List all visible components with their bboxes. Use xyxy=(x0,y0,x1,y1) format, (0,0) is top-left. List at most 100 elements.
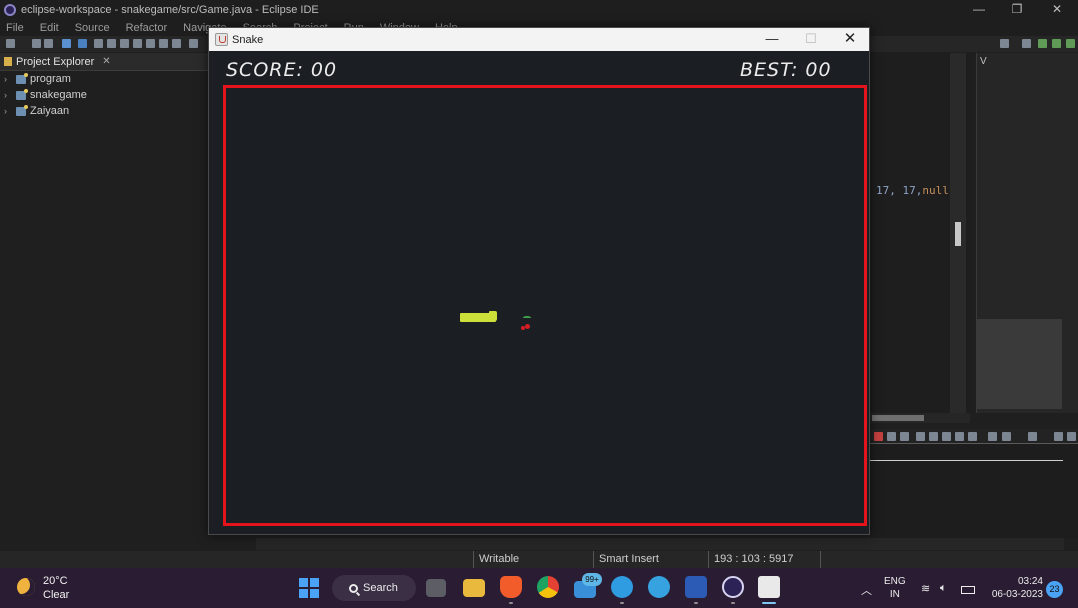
remove-launch-icon[interactable] xyxy=(887,432,896,441)
chevron-right-icon[interactable]: › xyxy=(4,106,12,116)
console-toolbar xyxy=(870,429,1078,443)
java-app-active-indicator xyxy=(762,602,776,604)
tree-item-zaiyaan[interactable]: › Zaiyaan xyxy=(0,103,210,119)
git-perspective-icon[interactable] xyxy=(1066,39,1075,48)
chevron-right-icon[interactable]: › xyxy=(4,74,12,84)
scroll-lock-icon[interactable] xyxy=(929,432,938,441)
resume-icon[interactable] xyxy=(94,39,103,48)
snake-head xyxy=(489,311,497,321)
pin-console-icon[interactable] xyxy=(955,432,964,441)
menu-source[interactable]: Source xyxy=(75,22,110,34)
project-explorer-tab[interactable]: Project Explorer ✕ xyxy=(0,53,210,71)
status-divider xyxy=(820,551,821,568)
console-output[interactable] xyxy=(870,443,1078,539)
weather-temperature[interactable]: 20°C xyxy=(43,575,68,587)
display-console-icon[interactable] xyxy=(968,432,977,441)
horizontal-scroll-thumb[interactable] xyxy=(872,415,924,421)
ide-statusbar xyxy=(0,551,1078,568)
minimize-view-icon[interactable] xyxy=(1054,432,1063,441)
new-console-icon[interactable] xyxy=(1028,432,1037,441)
minimize-icon[interactable]: — xyxy=(752,28,792,51)
telegram-icon[interactable] xyxy=(648,576,670,598)
chrome-icon[interactable] xyxy=(537,576,559,598)
panel-content xyxy=(977,319,1062,409)
java-app-taskbar-icon[interactable] xyxy=(758,576,780,598)
best-score-display: BEST: 00 xyxy=(740,59,832,81)
status-insert-mode: Smart Insert xyxy=(593,551,659,568)
right-view-tab[interactable]: V xyxy=(980,56,987,67)
disconnect-icon[interactable] xyxy=(133,39,142,48)
terminate-console-icon[interactable] xyxy=(874,432,883,441)
clock-time: 03:24 xyxy=(1017,576,1043,587)
menu-refactor[interactable]: Refactor xyxy=(126,22,168,34)
step-return-icon[interactable] xyxy=(172,39,181,48)
tree-item-snakegame[interactable]: › snakegame xyxy=(0,87,210,103)
step-into-icon[interactable] xyxy=(146,39,155,48)
taskbar-search-button[interactable]: Search xyxy=(332,575,416,601)
skip-breakpoints-icon[interactable] xyxy=(78,39,87,48)
perspective-icon[interactable] xyxy=(1022,39,1031,48)
mail-unread-badge: 99+ xyxy=(582,573,602,586)
volume-icon[interactable]: 🔈︎ xyxy=(940,582,947,595)
step-over-icon[interactable] xyxy=(159,39,168,48)
snake-window-title: Snake xyxy=(232,33,264,46)
toggle-icon[interactable] xyxy=(62,39,71,48)
ide-close-icon[interactable]: ✕ xyxy=(1038,0,1076,19)
menu-edit[interactable]: Edit xyxy=(40,22,59,34)
chevron-right-icon[interactable]: › xyxy=(4,90,12,100)
game-board-border xyxy=(223,85,867,526)
remove-all-icon[interactable] xyxy=(900,432,909,441)
notification-count-badge[interactable]: 23 xyxy=(1046,581,1063,598)
open-console-icon[interactable] xyxy=(189,39,198,48)
file-explorer-icon[interactable] xyxy=(463,579,485,597)
suspend-icon[interactable] xyxy=(107,39,116,48)
task-view-icon[interactable] xyxy=(426,579,446,597)
save-icon[interactable] xyxy=(32,39,41,48)
battery-icon[interactable] xyxy=(961,586,975,594)
clear-console-icon[interactable] xyxy=(916,432,925,441)
status-writable: Writable xyxy=(473,551,519,568)
save-all-icon[interactable] xyxy=(44,39,53,48)
editor-scroll-thumb[interactable] xyxy=(955,222,961,246)
brave-browser-icon[interactable] xyxy=(500,576,522,598)
word-running-indicator xyxy=(694,602,698,604)
language-region: IN xyxy=(889,589,900,600)
terminate-icon[interactable] xyxy=(120,39,129,48)
close-icon[interactable]: ✕ xyxy=(102,56,110,67)
ide-restore-icon[interactable]: ❐ xyxy=(998,0,1036,19)
eclipse-running-indicator xyxy=(731,602,735,604)
edge-browser-icon[interactable] xyxy=(611,576,633,598)
weather-condition[interactable]: Clear xyxy=(43,589,69,601)
moon-weather-icon[interactable] xyxy=(17,578,35,596)
display-selected-console-icon[interactable] xyxy=(1002,432,1011,441)
windows-start-icon[interactable] xyxy=(299,578,319,598)
system-clock[interactable]: 03:24 06-03-2023 xyxy=(988,575,1043,601)
eclipse-taskbar-icon[interactable] xyxy=(722,576,744,598)
chevron-up-icon[interactable]: ︿ xyxy=(861,582,872,598)
tree-item-label: program xyxy=(30,73,71,85)
word-wrap-icon[interactable] xyxy=(942,432,951,441)
maximize-view-icon[interactable] xyxy=(1067,432,1076,441)
debug-perspective-icon[interactable] xyxy=(1038,39,1047,48)
close-icon[interactable]: ✕ xyxy=(830,28,870,51)
status-cursor-position: 193 : 103 : 5917 xyxy=(708,551,794,568)
new-icon[interactable] xyxy=(6,39,15,48)
code-fragment[interactable]: 17, 17,null xyxy=(876,184,949,197)
wifi-icon[interactable]: ≋ xyxy=(921,582,930,595)
search-icon xyxy=(349,583,358,593)
eclipse-logo-icon xyxy=(4,3,16,16)
search-icon[interactable] xyxy=(1000,39,1009,48)
open-console-icon[interactable] xyxy=(988,432,997,441)
tree-item-program[interactable]: › program xyxy=(0,71,210,87)
word-icon[interactable] xyxy=(685,576,707,598)
bottom-horizontal-scrollbar[interactable] xyxy=(256,538,1064,550)
menu-file[interactable]: File xyxy=(6,22,24,34)
cherry-food-icon-2 xyxy=(521,326,525,330)
brave-running-indicator xyxy=(509,602,513,604)
java-perspective-icon[interactable] xyxy=(1052,39,1061,48)
snake-window: Snake — ☐ ✕ SCORE: 00 BEST: 00 xyxy=(208,27,870,535)
ide-window-title: eclipse-workspace - snakegame/src/Game.j… xyxy=(21,3,319,16)
language-indicator[interactable]: ENG IN xyxy=(884,575,906,601)
project-tree: › program › snakegame › Zaiyaan xyxy=(0,71,210,119)
ide-minimize-icon[interactable]: — xyxy=(960,0,998,19)
